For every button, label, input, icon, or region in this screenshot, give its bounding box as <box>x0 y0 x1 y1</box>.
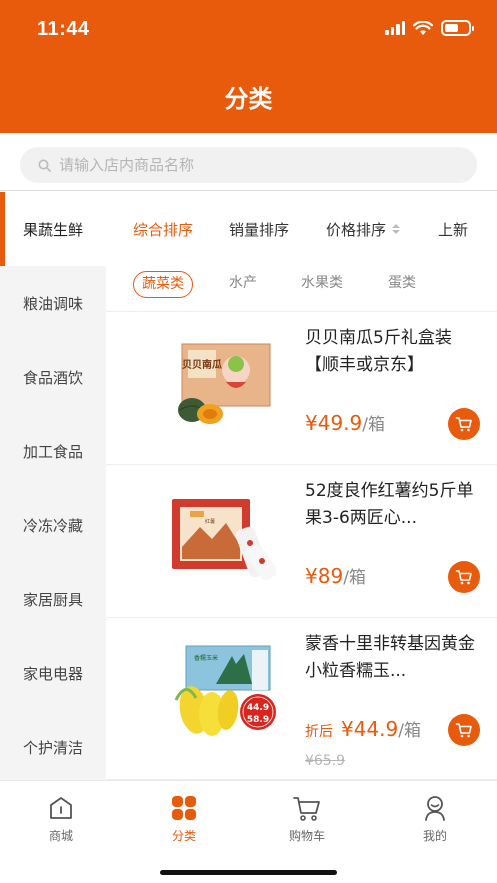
badge-price-bottom: 58.9 <box>247 715 269 725</box>
original-price: ¥65.9 <box>305 753 346 769</box>
sidebar-item-grain-oil[interactable]: 粮油调味 <box>0 266 106 340</box>
product-image-label: 贝贝南瓜 <box>182 358 222 371</box>
sort-label: 综合排序 <box>133 220 194 239</box>
sidebar-item-label: 加工食品 <box>22 442 83 461</box>
discount-prefix: 折后 <box>305 724 333 740</box>
signal-icon <box>385 21 405 35</box>
sidebar-item-label: 果蔬生鲜 <box>22 220 83 239</box>
sidebar-item-food-drinks[interactable]: 食品酒饮 <box>0 340 106 414</box>
search-icon <box>38 159 51 172</box>
sidebar-item-label: 冷冻冷藏 <box>22 516 83 535</box>
badge-price-top: 44.9 <box>247 703 269 713</box>
search-bar <box>0 133 497 191</box>
sort-new[interactable]: 上新 <box>438 192 468 266</box>
sort-label: 销量排序 <box>229 220 290 239</box>
bottom-tab-bar: 商城 分类 购物车 我的 <box>0 780 497 883</box>
add-to-cart-button[interactable] <box>448 561 480 593</box>
cart-icon <box>455 570 472 585</box>
product-price-row: ¥89 /箱 <box>305 563 366 588</box>
tab-label: 我的 <box>422 829 447 843</box>
sidebar-item-label: 粮油调味 <box>22 294 83 313</box>
tab-cart[interactable]: 购物车 <box>267 793 347 844</box>
tab-label: 购物车 <box>288 829 325 843</box>
sidebar-item-label: 家居厨具 <box>22 590 83 609</box>
battery-icon <box>441 20 474 36</box>
tab-profile[interactable]: 我的 <box>395 793 475 844</box>
sidebar-item-home-kitchen[interactable]: 家居厨具 <box>0 562 106 636</box>
sidebar-item-label: 个护清洁 <box>22 738 83 757</box>
subtab-vegetables[interactable]: 蔬菜类 <box>133 271 193 298</box>
app-header: 11:44 分类 <box>0 0 497 133</box>
product-unit: /箱 <box>343 568 366 588</box>
cart-icon <box>455 417 472 432</box>
product-price-row: ¥49.9 /箱 <box>305 410 385 435</box>
product-name: 贝贝南瓜5斤礼盒装【顺丰或京东】 <box>305 328 452 375</box>
subcategory-tabs: 蔬菜类 水产 水果类 蛋类 <box>106 266 497 312</box>
sort-bar: 综合排序 销量排序 价格排序 上新 <box>106 192 497 266</box>
cart-icon <box>293 797 320 821</box>
sort-price[interactable]: 价格排序 <box>326 192 401 266</box>
product-list: 贝贝南瓜 贝贝南瓜5斤礼盒装【顺丰或京东】 ¥49.9 /箱 红薯 52度良作红… <box>106 312 497 780</box>
product-name: 52度良作红薯约5斤单果3-6两匠心... <box>305 481 474 528</box>
sidebar-item-frozen[interactable]: 冷冻冷藏 <box>0 488 106 562</box>
product-price: ¥49.9 <box>305 411 363 435</box>
product-image-pumpkin: 贝贝南瓜 <box>178 343 271 424</box>
product-price: ¥44.9 <box>341 717 399 741</box>
sidebar-item-label: 食品酒饮 <box>22 368 83 387</box>
wifi-icon <box>413 20 433 35</box>
product-image-label: 红薯 <box>205 518 215 525</box>
product-card[interactable]: 贝贝南瓜 贝贝南瓜5斤礼盒装【顺丰或京东】 ¥49.9 /箱 <box>106 312 497 465</box>
sidebar-item-personal-care[interactable]: 个护清洁 <box>0 710 106 784</box>
product-price-row: 折后 ¥44.9 /箱 <box>305 716 421 741</box>
tab-label: 商城 <box>48 829 73 843</box>
tab-label: 分类 <box>171 829 196 843</box>
sort-comprehensive[interactable]: 综合排序 <box>133 192 193 266</box>
home-indicator <box>160 870 337 875</box>
search-input[interactable] <box>59 156 439 174</box>
tab-category[interactable]: 分类 <box>144 793 224 844</box>
status-time: 11:44 <box>37 18 90 40</box>
product-name: 蒙香十里非转基因黄金小粒香糯玉... <box>305 634 475 681</box>
product-card[interactable]: 红薯 52度良作红薯约5斤单果3-6两匠心... ¥89 /箱 <box>106 465 497 618</box>
add-to-cart-button[interactable] <box>448 714 480 746</box>
sort-label: 上新 <box>438 220 469 239</box>
product-price: ¥89 <box>305 564 344 588</box>
sidebar-item-appliances[interactable]: 家电电器 <box>0 636 106 710</box>
sidebar-item-fresh[interactable]: 果蔬生鲜 <box>0 192 106 266</box>
product-unit: /箱 <box>398 721 421 741</box>
cart-icon <box>455 723 472 738</box>
subtab-fruits[interactable]: 水果类 <box>301 271 343 298</box>
sort-arrows-icon <box>392 224 401 234</box>
profile-icon <box>425 796 445 821</box>
sort-sales[interactable]: 销量排序 <box>229 192 289 266</box>
page-title: 分类 <box>224 85 273 113</box>
subtab-eggs[interactable]: 蛋类 <box>388 271 416 298</box>
sidebar-item-label: 家电电器 <box>22 664 83 683</box>
product-card[interactable]: 香糯玉米 44.9 58.9 蒙香十里非转基因黄金小粒香糯玉... 折后 ¥44… <box>106 618 497 780</box>
add-to-cart-button[interactable] <box>448 408 480 440</box>
status-icons <box>385 20 474 36</box>
category-icon <box>172 796 196 820</box>
category-sidebar: 果蔬生鲜 粮油调味 食品酒饮 加工食品 冷冻冷藏 家居厨具 家电电器 个护清洁 <box>0 192 106 780</box>
product-image-sweet-potato: 红薯 <box>172 499 276 581</box>
product-image-label: 香糯玉米 <box>194 654 218 662</box>
sort-label: 价格排序 <box>326 220 387 239</box>
home-icon <box>50 797 72 819</box>
subtab-seafood[interactable]: 水产 <box>229 271 257 298</box>
search-box[interactable] <box>20 147 477 183</box>
tab-home[interactable]: 商城 <box>21 793 101 844</box>
product-unit: /箱 <box>362 415 385 435</box>
product-image-corn: 香糯玉米 44.9 58.9 <box>174 645 276 736</box>
sidebar-item-processed-food[interactable]: 加工食品 <box>0 414 106 488</box>
